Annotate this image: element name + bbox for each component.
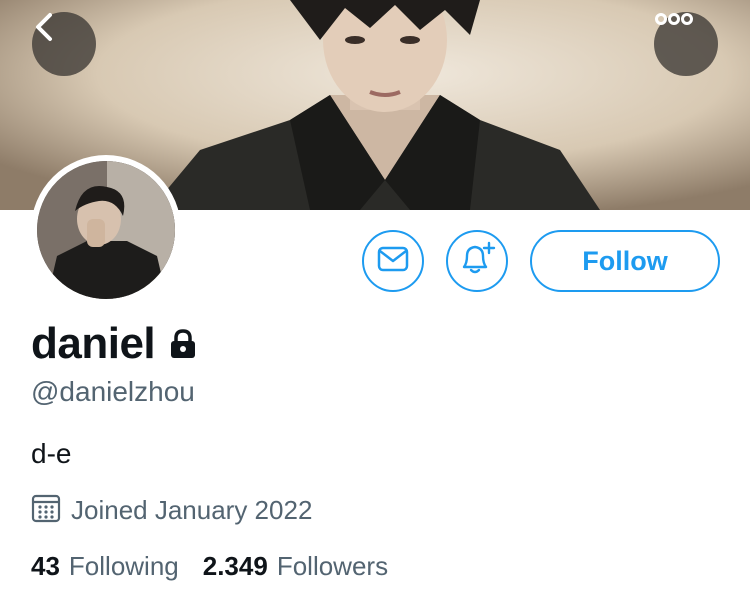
following-stat-link[interactable]: 43 Following	[31, 551, 179, 582]
back-button[interactable]	[32, 12, 96, 76]
following-count: 43	[31, 551, 60, 581]
follow-button[interactable]: Follow	[530, 230, 720, 292]
joined-date: Joined January 2022	[71, 494, 313, 525]
followers-label: Followers	[276, 551, 389, 581]
username-handle: @danielzhou	[31, 376, 195, 407]
follow-stats: 43 Following 2.349 Followers	[31, 551, 388, 582]
lock-icon	[167, 328, 199, 360]
followers-stat-link[interactable]: 2.349 Followers	[203, 551, 388, 582]
mail-icon	[377, 246, 409, 277]
more-options-button[interactable]	[654, 12, 718, 76]
bell-plus-icon	[457, 241, 497, 282]
calendar-icon	[31, 493, 61, 528]
message-button[interactable]	[362, 230, 424, 292]
profile-name-row: daniel	[31, 318, 199, 370]
joined-date-row: Joined January 2022	[31, 492, 312, 528]
avatar-photo	[37, 161, 175, 299]
bio-text: d-e	[31, 438, 72, 469]
avatar[interactable]	[31, 155, 181, 305]
followers-count: 2.349	[202, 551, 268, 581]
notifications-button[interactable]	[446, 230, 508, 292]
display-name: daniel	[31, 319, 156, 368]
following-label: Following	[68, 551, 179, 581]
profile-page: Follow daniel @danielzhou d-e Joined Jan…	[0, 0, 750, 605]
